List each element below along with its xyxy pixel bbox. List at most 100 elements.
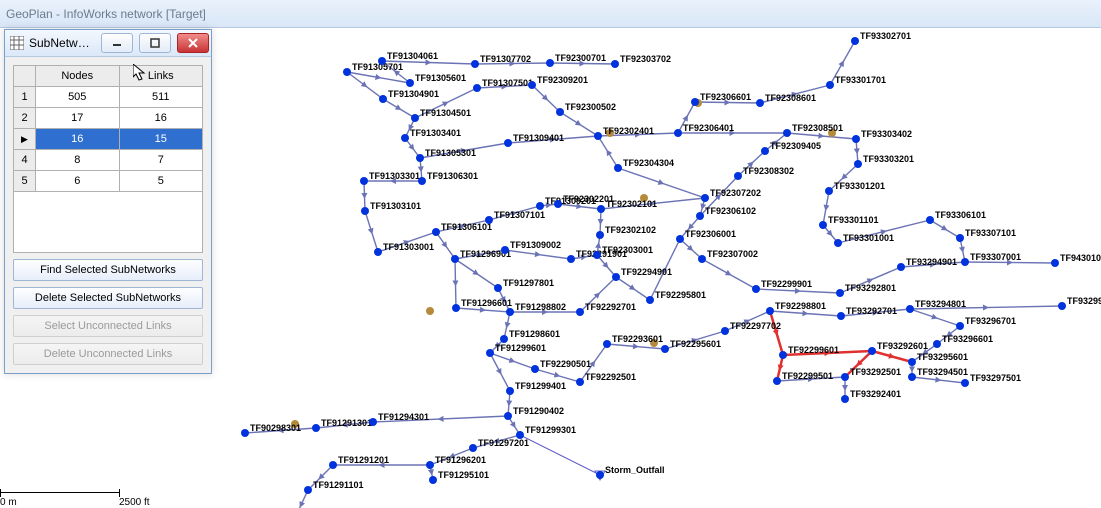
network-node[interactable] xyxy=(773,377,781,385)
network-node[interactable] xyxy=(576,378,584,386)
network-node[interactable] xyxy=(956,234,964,242)
network-node[interactable] xyxy=(1051,259,1059,267)
network-node[interactable] xyxy=(546,59,554,67)
network-node[interactable] xyxy=(593,251,601,259)
network-node[interactable] xyxy=(361,207,369,215)
subnetworks-table[interactable]: Nodes Links 15055112171631615487565 xyxy=(13,65,203,192)
network-node[interactable] xyxy=(379,95,387,103)
network-node[interactable] xyxy=(567,255,575,263)
cell-links[interactable]: 5 xyxy=(119,171,203,192)
network-node[interactable] xyxy=(432,228,440,236)
network-node[interactable] xyxy=(1058,302,1066,310)
network-node[interactable] xyxy=(369,418,377,426)
network-node[interactable] xyxy=(674,129,682,137)
cell-nodes[interactable]: 6 xyxy=(36,171,120,192)
network-node[interactable] xyxy=(452,304,460,312)
network-node[interactable] xyxy=(343,68,351,76)
network-node[interactable] xyxy=(494,284,502,292)
network-node[interactable] xyxy=(783,129,791,137)
network-node[interactable] xyxy=(691,98,699,106)
network-node[interactable] xyxy=(841,373,849,381)
network-node[interactable] xyxy=(734,172,742,180)
network-node[interactable] xyxy=(469,444,477,452)
cell-links[interactable]: 511 xyxy=(119,87,203,108)
network-node[interactable] xyxy=(614,164,622,172)
col-header-links[interactable]: Links xyxy=(119,66,203,87)
cell-links[interactable]: 15 xyxy=(119,129,203,150)
table-row[interactable]: 1505511 xyxy=(14,87,203,108)
network-node[interactable] xyxy=(329,461,337,469)
outfall-link[interactable] xyxy=(520,435,600,475)
network-node[interactable] xyxy=(819,221,827,229)
delete-unconnected-button[interactable]: Delete Unconnected Links xyxy=(13,343,203,365)
network-node[interactable] xyxy=(908,373,916,381)
network-node[interactable] xyxy=(554,200,562,208)
network-node[interactable] xyxy=(416,154,424,162)
cell-nodes[interactable]: 505 xyxy=(36,87,120,108)
dialog-titlebar[interactable]: SubNetworks... xyxy=(5,30,211,57)
network-node[interactable] xyxy=(500,335,508,343)
network-node[interactable] xyxy=(825,187,833,195)
network-node[interactable] xyxy=(779,351,787,359)
network-node[interactable] xyxy=(501,246,509,254)
network-node[interactable] xyxy=(401,134,409,142)
network-node[interactable] xyxy=(851,37,859,45)
network-node[interactable] xyxy=(834,239,842,247)
col-header-nodes[interactable]: Nodes xyxy=(36,66,120,87)
cell-nodes[interactable]: 17 xyxy=(36,108,120,129)
network-node[interactable] xyxy=(852,135,860,143)
network-node[interactable] xyxy=(611,60,619,68)
maximize-button[interactable] xyxy=(139,33,171,53)
network-node[interactable] xyxy=(471,60,479,68)
network-node[interactable] xyxy=(908,358,916,366)
network-node[interactable] xyxy=(596,471,604,479)
network-node[interactable] xyxy=(556,108,564,116)
network-node[interactable] xyxy=(837,312,845,320)
row-header[interactable]: 4 xyxy=(14,150,36,171)
network-node[interactable] xyxy=(897,263,905,271)
network-node[interactable] xyxy=(528,81,536,89)
network-node[interactable] xyxy=(378,57,386,65)
network-node[interactable] xyxy=(721,327,729,335)
select-unconnected-button[interactable]: Select Unconnected Links xyxy=(13,315,203,337)
network-node[interactable] xyxy=(406,79,414,87)
network-node[interactable] xyxy=(596,231,604,239)
network-node[interactable] xyxy=(426,461,434,469)
row-header[interactable]: 1 xyxy=(14,87,36,108)
network-node-brown[interactable] xyxy=(426,307,434,315)
network-node[interactable] xyxy=(486,349,494,357)
network-node[interactable] xyxy=(594,132,602,140)
network-node[interactable] xyxy=(676,235,684,243)
row-header[interactable]: 2 xyxy=(14,108,36,129)
network-node[interactable] xyxy=(868,347,876,355)
delete-selected-button[interactable]: Delete Selected SubNetworks xyxy=(13,287,203,309)
network-node[interactable] xyxy=(926,216,934,224)
network-node[interactable] xyxy=(854,160,862,168)
network-node[interactable] xyxy=(603,340,611,348)
network-node[interactable] xyxy=(576,308,584,316)
network-node[interactable] xyxy=(485,216,493,224)
network-node[interactable] xyxy=(504,139,512,147)
minimize-button[interactable] xyxy=(101,33,133,53)
network-node[interactable] xyxy=(506,308,514,316)
network-node[interactable] xyxy=(597,205,605,213)
table-row[interactable]: 31615 xyxy=(14,129,203,150)
cell-links[interactable]: 16 xyxy=(119,108,203,129)
row-header[interactable]: 3 xyxy=(14,129,36,150)
network-node[interactable] xyxy=(756,99,764,107)
network-node[interactable] xyxy=(761,147,769,155)
network-node[interactable] xyxy=(933,340,941,348)
network-node[interactable] xyxy=(418,177,426,185)
find-selected-button[interactable]: Find Selected SubNetworks xyxy=(13,259,203,281)
network-node[interactable] xyxy=(841,395,849,403)
network-node[interactable] xyxy=(304,486,312,494)
network-node[interactable] xyxy=(752,285,760,293)
cell-nodes[interactable]: 16 xyxy=(36,129,120,150)
network-node[interactable] xyxy=(826,81,834,89)
network-node[interactable] xyxy=(506,387,514,395)
network-node[interactable] xyxy=(956,322,964,330)
network-node[interactable] xyxy=(429,476,437,484)
network-node[interactable] xyxy=(961,258,969,266)
network-node[interactable] xyxy=(612,273,620,281)
table-row[interactable]: 21716 xyxy=(14,108,203,129)
